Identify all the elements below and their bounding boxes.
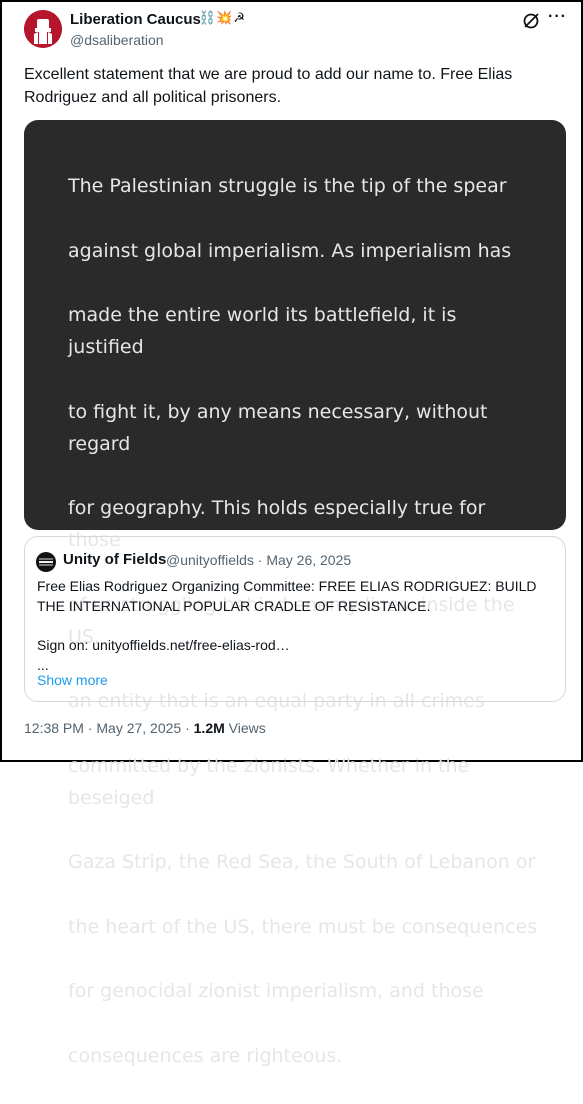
quoted-tweet[interactable]: Unity of Fields @unityoffields · May 26,… [24,536,566,702]
quoted-text-line: THE INTERNATIONAL POPULAR CRADLE OF RESI… [37,597,431,614]
author-name[interactable]: Liberation Caucus [70,11,201,28]
show-more-link[interactable]: Show more [37,672,108,688]
quoted-handle-date: @unityoffields · May 26, 2025 [166,552,352,568]
image-text-line: against global imperialism. As imperiali… [68,239,512,262]
quoted-text: Free Elias Rodriguez Organizing Committe… [37,577,557,675]
unity-of-fields-logo-icon [36,552,56,572]
image-text-line: The Palestinian struggle is the tip of t… [68,175,507,198]
timestamp[interactable]: 12:38 PM · May 27, 2025 · [24,720,194,736]
more-options-icon[interactable]: ··· [548,8,567,26]
views-count: 1.2M [193,720,225,736]
image-text-line: for genocidal zionist imperialism, and t… [68,980,484,1003]
quoted-text-line: Free Elias Rodriguez Organizing Committe… [37,578,537,594]
post-text: Excellent statement that we are proud to… [24,66,513,106]
quoted-author-name: Unity of Fields [63,551,167,568]
author-name-emojis: ⛓️💥☭ [199,10,247,25]
tweet-card: Liberation Caucus ⛓️💥☭ @dsaliberation ··… [0,0,583,1067]
author-avatar[interactable] [24,10,62,48]
quoted-text-line: ... [37,656,49,673]
statement-image[interactable]: The Palestinian struggle is the tip of t… [24,120,566,1067]
fist-logo-icon [24,10,62,48]
tweet-meta: 12:38 PM · May 27, 2025 · 1.2M Views [24,720,266,736]
image-text-line: consequences are righteous. [68,1044,343,1067]
image-text-line: Gaza Strip, the Red Sea, the South of Le… [68,851,536,874]
grok-slash-icon[interactable] [522,12,540,30]
views-label: Views [224,720,266,736]
quoted-text-line: Sign on: unityoffields.net/free-elias-ro… [37,637,290,653]
image-text-line: made the entire world its battlefield, i… [68,304,457,359]
author-handle[interactable]: @dsaliberation [70,32,164,48]
image-text-line: committed by the zionists. Whether in th… [68,754,470,810]
image-text-line: to fight it, by any means necessary, wit… [68,400,488,455]
image-text-line: the heart of the US, there must be conse… [68,915,538,938]
